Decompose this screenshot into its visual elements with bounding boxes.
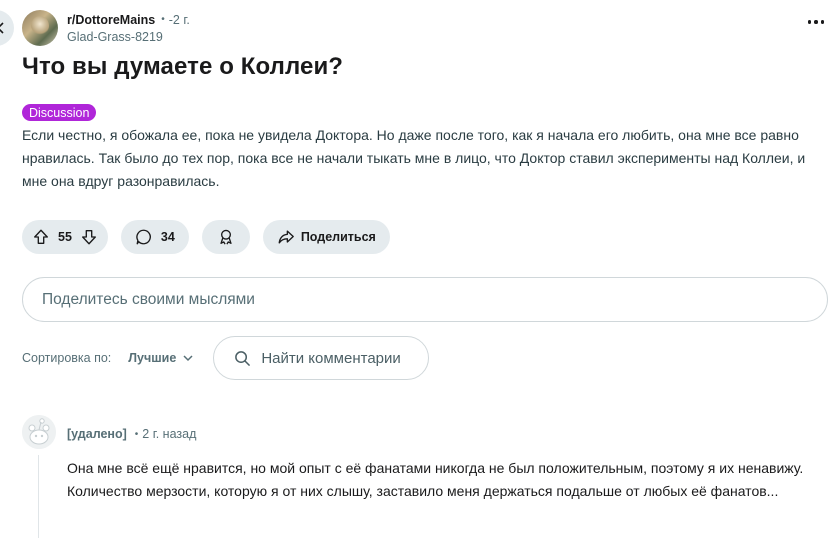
chevron-down-icon	[183, 355, 193, 362]
comment-count: 34	[160, 230, 175, 244]
comment-text: Она мне всё ещё нравится, но мой опыт с …	[67, 460, 804, 499]
sort-label: Сортировка по:	[22, 351, 112, 365]
comment-input[interactable]: Поделитесь своими мыслями	[22, 277, 828, 322]
vote-count: 55	[58, 230, 72, 244]
comments-button[interactable]: 34	[120, 220, 189, 254]
share-label: Поделиться	[300, 230, 376, 244]
snoo-icon	[22, 415, 56, 449]
search-comments-placeholder: Найти комментарии	[261, 349, 401, 367]
post-action-bar: 55 34 Поделиться	[22, 220, 390, 254]
snoo-avatar	[22, 415, 56, 449]
post-meta: r/DottoreMains • -2 г. Glad-Grass-8219	[67, 13, 190, 44]
award-button[interactable]	[201, 220, 250, 254]
share-arrow-icon	[278, 230, 294, 244]
meta-separator: •	[134, 428, 139, 440]
comment-input-placeholder: Поделитесь своими мыслями	[42, 290, 255, 308]
search-comments-input[interactable]: Найти комментарии	[213, 336, 430, 380]
arrow-down-icon[interactable]	[80, 228, 98, 246]
sort-row: Сортировка по: Лучшие Найти комментарии	[22, 336, 430, 380]
comment-thread-line[interactable]	[38, 455, 39, 538]
arrow-left-icon	[0, 22, 4, 34]
sort-dropdown[interactable]: Лучшие	[128, 351, 194, 365]
vote-group: 55	[22, 220, 108, 254]
comment-time: 2 г. назад	[142, 427, 197, 441]
comment-author: [удалено]	[67, 427, 127, 441]
subreddit-name[interactable]: r/DottoreMains	[67, 13, 155, 27]
sort-value: Лучшие	[128, 351, 177, 365]
search-icon	[235, 350, 251, 366]
meta-separator: •	[161, 14, 165, 25]
share-button[interactable]: Поделиться	[262, 220, 390, 254]
post-author[interactable]: Glad-Grass-8219	[67, 30, 190, 44]
post-title: Что вы думаете о Коллеи?	[22, 53, 344, 80]
post-page: r/DottoreMains • -2 г. Glad-Grass-8219 Ч…	[0, 0, 838, 538]
back-button[interactable]	[0, 10, 14, 46]
award-icon	[220, 229, 232, 245]
more-dot	[820, 20, 824, 24]
post-flair[interactable]: Discussion	[22, 104, 97, 121]
post-time-value: 2 г.	[172, 12, 190, 27]
arrow-up-icon[interactable]	[32, 228, 50, 246]
post-header: r/DottoreMains • -2 г. Glad-Grass-8219	[22, 10, 190, 46]
more-dot	[814, 20, 818, 24]
comment-meta: [удалено] • 2 г. назад	[67, 427, 196, 441]
post-body: Если честно, я обожала ее, пока не увиде…	[22, 127, 806, 189]
more-options-button[interactable]	[807, 20, 824, 24]
speech-bubble-icon	[136, 229, 151, 245]
post-time: -2 г.	[168, 12, 190, 27]
more-dot	[807, 20, 811, 24]
subreddit-avatar[interactable]	[22, 10, 58, 46]
